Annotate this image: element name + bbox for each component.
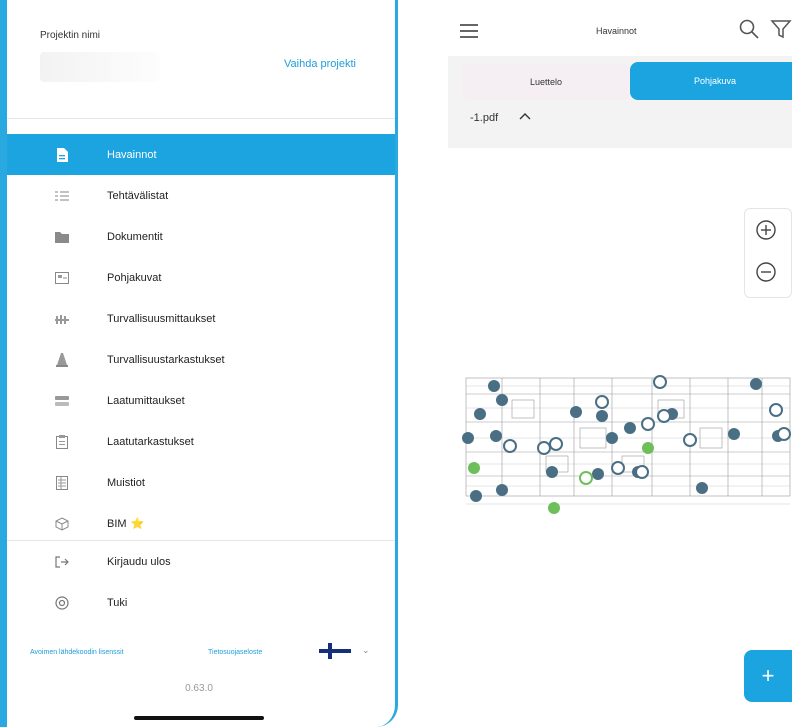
sidebar-item-muistiot[interactable]: Muistiot — [7, 462, 395, 503]
navigation-drawer: Projektin nimi Vaihda projekti Havainnot… — [0, 0, 398, 727]
project-name-value — [40, 52, 160, 82]
logout-label: Kirjaudu ulos — [107, 555, 171, 568]
checklist-icon — [55, 189, 69, 203]
drawer-menu: Havainnot Tehtävälistat Dokumentit Pohja… — [7, 134, 395, 544]
menu-icon[interactable] — [460, 24, 478, 38]
zoom-in-icon[interactable] — [755, 219, 777, 241]
plan-view-screen: Havainnot Luettelo Pohjakuva -1.pdf + — [448, 0, 792, 727]
sidebar-item-label: Dokumentit — [107, 230, 163, 243]
star-badge: ⭐ — [130, 518, 145, 530]
logout-button[interactable]: Kirjaudu ulos — [7, 541, 395, 582]
support-label: Tuki — [107, 596, 128, 609]
toggle-icon — [55, 394, 69, 408]
sidebar-item-bim[interactable]: BIM ⭐ — [7, 503, 395, 544]
sidebar-item-pohjakuvat[interactable]: Pohjakuvat — [7, 257, 395, 298]
app-version: 0.63.0 — [185, 683, 213, 694]
sidebar-item-turvallisuustarkastukset[interactable]: Turvallisuustarkastukset — [7, 339, 395, 380]
logout-icon — [55, 555, 69, 569]
document-icon — [55, 147, 69, 162]
switch-project-link[interactable]: Vaihda projekti — [284, 58, 356, 70]
sidebar-item-label: Tehtävälistat — [107, 189, 169, 202]
zoom-controls — [744, 208, 792, 298]
sidebar-item-label: Turvallisuusmittaukset — [107, 312, 216, 325]
sidebar-item-dokumentit[interactable]: Dokumentit — [7, 216, 395, 257]
fence-icon — [55, 312, 69, 326]
zoom-out-icon[interactable] — [755, 261, 777, 283]
sidebar-item-label: BIM — [107, 517, 127, 530]
view-tabs-area: Luettelo Pohjakuva -1.pdf — [448, 56, 792, 148]
tab-list[interactable]: Luettelo — [462, 64, 630, 100]
finland-flag-icon[interactable] — [319, 643, 351, 659]
cube-icon — [55, 516, 69, 531]
page-title: Havainnot — [596, 26, 637, 36]
sidebar-item-label: Turvallisuustarkastukset — [107, 353, 225, 366]
search-icon[interactable] — [738, 18, 760, 40]
filter-icon[interactable] — [770, 18, 792, 40]
chevron-down-icon[interactable]: ⌄ — [362, 645, 370, 656]
lifebuoy-icon — [55, 595, 69, 610]
sidebar-item-label: Havainnot — [107, 148, 157, 161]
sidebar-item-laatumittaukset[interactable]: Laatumittaukset — [7, 380, 395, 421]
clipboard-icon — [55, 434, 69, 449]
project-name-label: Projektin nimi — [40, 30, 101, 41]
cone-icon — [55, 352, 69, 367]
notes-icon — [55, 475, 69, 490]
privacy-link[interactable]: Tietosuojaseloste — [208, 649, 262, 656]
sidebar-item-havainnot[interactable]: Havainnot — [7, 134, 395, 175]
license-link[interactable]: Avoimen lähdekoodin lisenssit — [30, 649, 124, 656]
support-button[interactable]: Tuki — [7, 582, 395, 623]
add-observation-button[interactable]: + — [744, 650, 792, 702]
tab-floorplan[interactable]: Pohjakuva — [630, 62, 792, 100]
folder-icon — [55, 230, 69, 244]
drawer-bottom-menu: Kirjaudu ulos Tuki — [7, 541, 395, 623]
sidebar-item-label: Laatutarkastukset — [107, 435, 194, 448]
sidebar-item-label: Laatumittaukset — [107, 394, 185, 407]
top-bar: Havainnot — [448, 0, 792, 56]
sidebar-item-turvallisuusmittaukset[interactable]: Turvallisuusmittaukset — [7, 298, 395, 339]
floorplan-icon — [55, 271, 69, 285]
sidebar-item-laatutarkastukset[interactable]: Laatutarkastukset — [7, 421, 395, 462]
sidebar-item-label: Pohjakuvat — [107, 271, 162, 284]
pdf-selector[interactable]: -1.pdf — [470, 112, 498, 124]
sidebar-item-tehtavalistat[interactable]: Tehtävälistat — [7, 175, 395, 216]
divider — [7, 118, 395, 119]
home-indicator — [134, 716, 264, 720]
sidebar-item-label: Muistiot — [107, 476, 145, 489]
floorplan-canvas[interactable] — [462, 372, 792, 516]
chevron-up-icon[interactable] — [518, 109, 532, 123]
